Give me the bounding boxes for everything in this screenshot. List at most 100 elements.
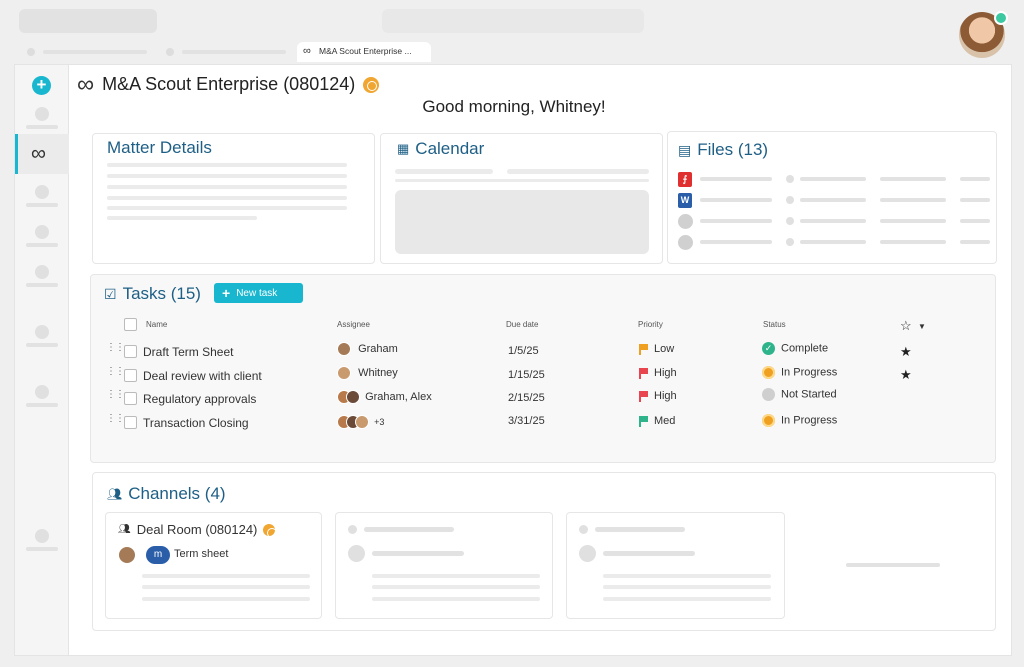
task-checkbox[interactable]: [124, 416, 137, 429]
task-priority: High: [639, 390, 677, 403]
people-icon: 👥︎: [107, 487, 123, 501]
task-checkbox[interactable]: [124, 345, 137, 358]
drag-handle-icon[interactable]: ⋮⋮: [106, 414, 125, 424]
task-name[interactable]: Deal review with client: [143, 369, 262, 383]
files-heading: ▤ Files (13): [678, 140, 768, 160]
task-name[interactable]: Draft Term Sheet: [143, 345, 233, 359]
task-checkbox[interactable]: [124, 369, 137, 382]
progress-icon: [762, 366, 775, 379]
calendar-card: ▦ Calendar: [380, 133, 663, 264]
online-status-indicator: [994, 11, 1008, 25]
flag-icon: [639, 344, 648, 356]
browser-tab[interactable]: [19, 42, 155, 62]
flag-icon: [639, 416, 648, 428]
drag-handle-icon[interactable]: ⋮⋮: [106, 343, 125, 353]
matter-details-card: Matter Details: [92, 133, 375, 264]
infinity-icon: ∞: [31, 142, 46, 165]
calendar-icon: ▦: [397, 141, 410, 156]
infinity-icon: ∞: [303, 45, 311, 57]
select-all-checkbox[interactable]: [124, 318, 137, 331]
clipboard-check-icon: ☑: [104, 285, 117, 302]
new-task-label: New task: [236, 287, 278, 299]
file-icon[interactable]: [678, 235, 693, 250]
plus-icon: +: [222, 285, 231, 301]
address-placeholder: [19, 9, 157, 33]
column-header-assignee[interactable]: Assignee: [337, 320, 370, 329]
task-priority: Med: [639, 415, 675, 428]
flag-icon: [639, 368, 648, 380]
matter-title: M&A Scout Enterprise (080124): [102, 74, 356, 94]
avatar: [118, 546, 136, 564]
task-name[interactable]: Transaction Closing: [143, 416, 249, 430]
word-file-icon[interactable]: W: [678, 193, 692, 208]
star-icon[interactable]: ★: [900, 345, 912, 358]
task-checkbox[interactable]: [124, 392, 137, 405]
drag-handle-icon[interactable]: ⋮⋮: [106, 367, 125, 377]
task-status[interactable]: In Progress: [762, 366, 837, 379]
app-window: + ∞ ∞ M&A Scout Enterprise (080124) Good…: [14, 64, 1012, 656]
channels-title: Channels (4): [128, 484, 226, 503]
column-header-status[interactable]: Status: [763, 320, 786, 329]
task-assignee: Graham, Alex: [337, 390, 432, 404]
avatar: [346, 390, 360, 404]
browser-tab-active[interactable]: ∞ M&A Scout Enterprise ...: [297, 42, 431, 62]
calendar-title: Calendar: [415, 139, 485, 158]
task-priority: Low: [639, 343, 674, 356]
task-name[interactable]: Regulatory approvals: [143, 392, 256, 406]
avatar: [337, 342, 351, 356]
sidebar-item-matters[interactable]: ∞: [15, 134, 69, 174]
file-icon[interactable]: [678, 214, 693, 229]
task-assignee: Graham: [337, 342, 398, 356]
column-header-name[interactable]: Name: [146, 320, 167, 329]
browser-chrome: ∞ M&A Scout Enterprise ...: [0, 0, 1024, 64]
task-assignee: +3: [337, 415, 384, 429]
search-bar-placeholder[interactable]: [382, 9, 644, 33]
files-title: Files (13): [697, 140, 769, 159]
star-filter-icon[interactable]: ☆: [900, 319, 912, 332]
channel-placeholder-line: [846, 563, 940, 567]
browser-tab[interactable]: [158, 42, 294, 62]
channels-heading: 👥︎ Channels (4): [107, 484, 226, 504]
task-status[interactable]: ✓ Complete: [762, 342, 828, 355]
chevron-down-icon[interactable]: ▼: [918, 322, 926, 331]
progress-icon: [762, 414, 775, 427]
channel-last-message: Term sheet: [174, 548, 229, 560]
not-started-icon: [762, 388, 775, 401]
channel-card[interactable]: 👥︎ Deal Room (080124) m Term sheet: [105, 512, 322, 619]
tab-label: M&A Scout Enterprise ...: [319, 46, 412, 56]
task-status[interactable]: Not Started: [762, 388, 837, 401]
channel-card-placeholder[interactable]: [566, 512, 785, 619]
tasks-title: Tasks (15): [122, 284, 201, 303]
files-card: ▤ Files (13) ⨍ W: [667, 131, 997, 264]
flag-icon: [639, 391, 648, 403]
matter-details-title: Matter Details: [107, 138, 212, 157]
people-icon: 👥︎: [118, 524, 131, 535]
pdf-file-icon[interactable]: ⨍: [678, 172, 692, 187]
task-due-date: 3/31/25: [508, 415, 545, 427]
channel-header: 👥︎ Deal Room (080124): [118, 522, 278, 538]
globe-icon: [363, 76, 380, 93]
column-header-priority[interactable]: Priority: [638, 320, 663, 329]
channel-card-placeholder[interactable]: [335, 512, 553, 619]
globe-icon: [263, 523, 278, 538]
check-icon: ✓: [762, 342, 775, 355]
tasks-heading: ☑ Tasks (15): [104, 284, 201, 304]
add-button[interactable]: +: [32, 76, 51, 95]
calendar-heading: ▦ Calendar: [397, 139, 484, 159]
task-status[interactable]: In Progress: [762, 414, 837, 427]
column-header-due-date[interactable]: Due date: [506, 320, 538, 329]
task-priority: High: [639, 367, 677, 380]
task-due-date: 1/5/25: [508, 345, 539, 357]
greeting: Good morning, Whitney!: [422, 97, 606, 116]
drag-handle-icon[interactable]: ⋮⋮: [106, 390, 125, 400]
new-task-button[interactable]: + New task: [214, 283, 303, 303]
document-icon: ▤: [678, 141, 692, 158]
channel-name: Deal Room (080124): [136, 522, 258, 537]
matter-header: ∞ M&A Scout Enterprise (080124): [77, 72, 380, 96]
avatar: [337, 366, 351, 380]
message-badge: m: [146, 546, 170, 564]
sidebar: + ∞: [15, 65, 69, 655]
task-due-date: 2/15/25: [508, 392, 545, 404]
task-assignee: Whitney: [337, 366, 398, 380]
star-icon[interactable]: ★: [900, 368, 912, 381]
